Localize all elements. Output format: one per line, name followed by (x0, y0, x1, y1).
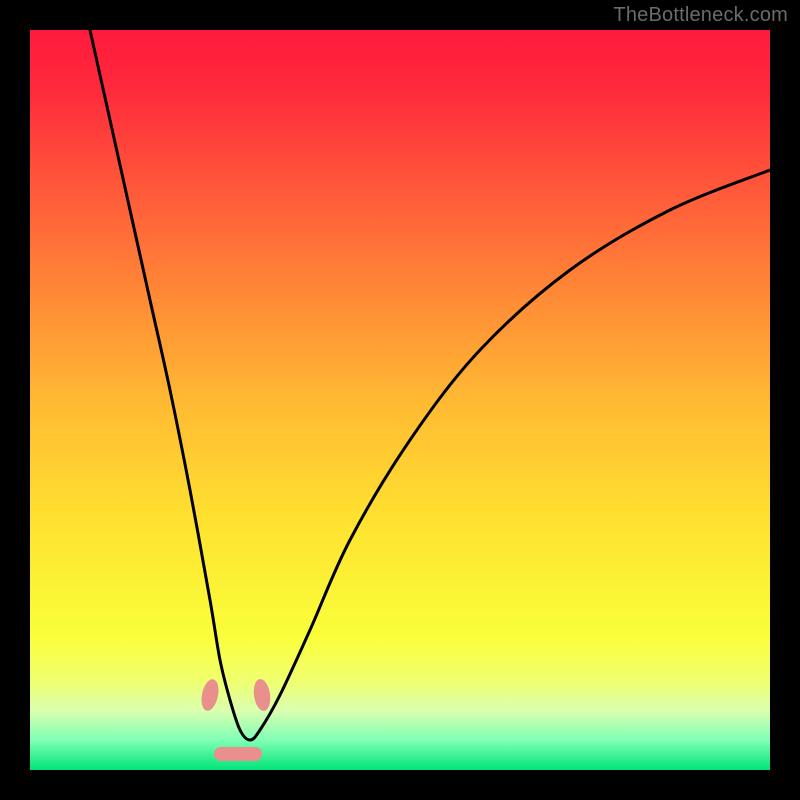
curve-layer (30, 30, 770, 770)
watermark-text: TheBottleneck.com (613, 4, 788, 27)
right-lobe (252, 678, 272, 712)
bottleneck-curve (90, 30, 770, 740)
plot-area (30, 30, 770, 770)
chart-frame: TheBottleneck.com (0, 0, 800, 800)
left-lobe (199, 678, 221, 713)
bottom-bar (214, 747, 262, 761)
